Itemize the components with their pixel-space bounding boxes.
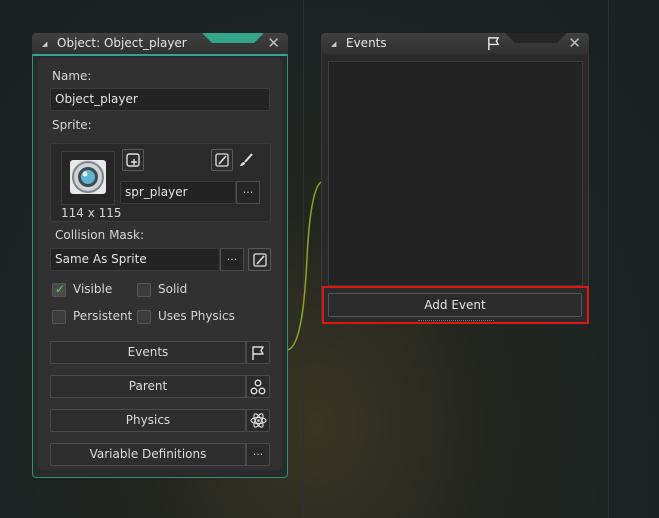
persistent-checkbox[interactable] [52, 310, 66, 324]
close-icon[interactable]: ✕ [267, 34, 280, 52]
solid-label: Solid [158, 282, 188, 296]
atom-icon [249, 413, 267, 428]
events-window-body: Add Event [321, 54, 589, 324]
new-sprite-button[interactable] [122, 149, 144, 171]
add-event-button[interactable]: Add Event [328, 293, 582, 317]
name-input[interactable]: Object_player [50, 88, 270, 111]
more-icon: ··· [242, 186, 254, 199]
events-window: ◢ Events ✕ Add Event [321, 33, 589, 324]
events-window-titlebar[interactable]: ◢ Events ✕ [321, 33, 589, 54]
collapse-triangle-icon[interactable]: ◢ [42, 40, 47, 48]
events-window-title: Events [346, 36, 387, 50]
background-divider-right [608, 0, 609, 518]
brush-icon [240, 153, 253, 166]
variable-definitions-more-button[interactable]: ··· [246, 443, 270, 466]
background-divider-left [303, 0, 304, 518]
events-button[interactable]: Events [50, 341, 246, 364]
object-window: ◢ Object: Object_player ✕ Name: Object_p… [32, 33, 288, 478]
variable-definitions-button[interactable]: Variable Definitions [50, 443, 246, 466]
sprite-section: 114 x 115 spr_player ··· [50, 143, 271, 222]
collision-mask-select[interactable]: Same As Sprite [50, 248, 220, 271]
parent-button[interactable]: Parent [50, 375, 246, 398]
edit-collision-mask-button[interactable] [248, 248, 271, 271]
events-side-button[interactable] [246, 341, 270, 364]
more-icon: ··· [252, 448, 264, 461]
edit-sprite-button[interactable] [211, 149, 233, 171]
titlebar-notch [202, 33, 264, 43]
hierarchy-icon [250, 379, 266, 394]
sprite-more-button[interactable]: ··· [236, 181, 260, 204]
visible-checkbox[interactable]: ✓ [52, 282, 66, 297]
name-label: Name: [52, 69, 92, 83]
add-sprite-icon [126, 153, 140, 167]
titlebar-notch [505, 33, 567, 43]
edit-image-icon [252, 252, 267, 267]
flag-icon [488, 37, 499, 51]
resize-grip[interactable] [418, 320, 494, 321]
collision-mask-more-button[interactable]: ··· [220, 248, 244, 271]
persistent-label: Persistent [73, 309, 133, 323]
object-window-frame: Name: Object_player Sprite: 114 x 115 sp… [32, 54, 288, 478]
sprite-select[interactable]: spr_player [120, 181, 236, 204]
flag-icon [252, 345, 264, 360]
uses-physics-label: Uses Physics [158, 309, 235, 323]
physics-button[interactable]: Physics [50, 409, 246, 432]
collapse-triangle-icon[interactable]: ◢ [331, 40, 336, 48]
sprite-size-label: 114 x 115 [61, 206, 122, 220]
close-icon[interactable]: ✕ [568, 34, 581, 52]
uses-physics-checkbox[interactable] [137, 310, 151, 324]
collision-mask-label: Collision Mask: [55, 228, 145, 242]
sprite-brush-button[interactable] [235, 149, 257, 171]
sprite-preview[interactable] [61, 151, 115, 205]
physics-side-button[interactable] [246, 409, 270, 432]
parent-side-button[interactable] [246, 375, 270, 398]
visible-label: Visible [73, 282, 113, 296]
events-list[interactable] [328, 61, 583, 286]
object-properties-panel: Name: Object_player Sprite: 114 x 115 sp… [38, 58, 282, 470]
edit-image-icon [215, 153, 229, 167]
solid-checkbox[interactable] [137, 283, 151, 297]
checkmark-icon: ✓ [55, 282, 66, 296]
object-window-title: Object: Object_player [57, 36, 187, 50]
more-icon: ··· [226, 253, 238, 266]
object-window-titlebar[interactable]: ◢ Object: Object_player ✕ [32, 33, 288, 54]
sprite-image [70, 160, 106, 194]
sprite-label: Sprite: [52, 118, 92, 132]
